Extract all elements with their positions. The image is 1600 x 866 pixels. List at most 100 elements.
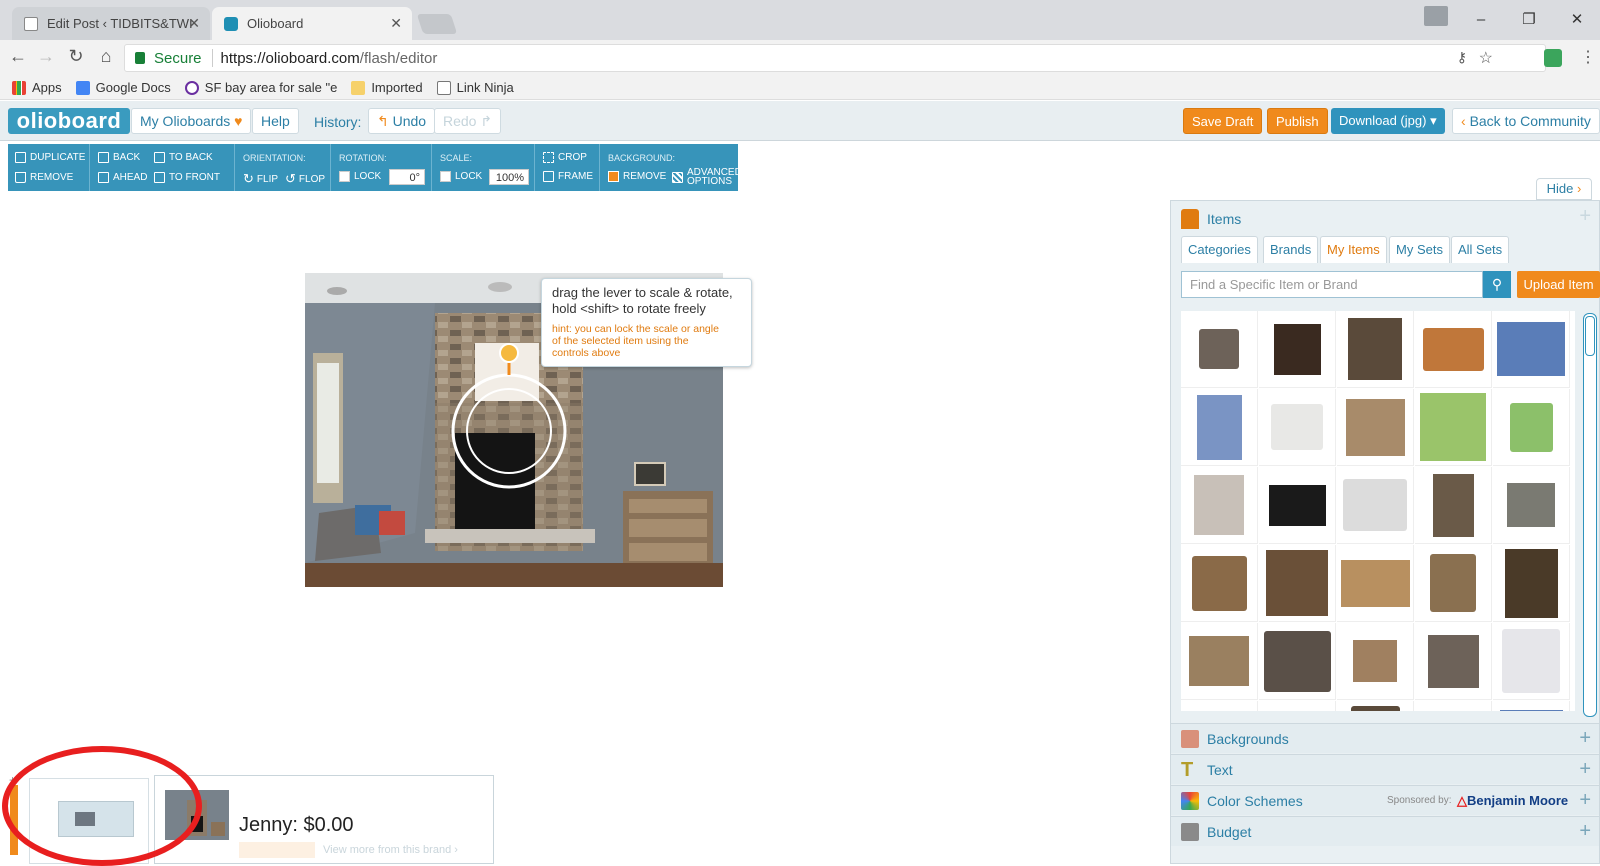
item-thumbnail[interactable] bbox=[1415, 389, 1492, 466]
tab-all-sets[interactable]: All Sets bbox=[1451, 236, 1510, 263]
help-button[interactable]: Help bbox=[252, 108, 299, 134]
bookmark-sf-bay-area[interactable]: SF bay area for sale "e bbox=[184, 80, 337, 95]
close-icon[interactable]: ✕ bbox=[188, 15, 200, 32]
browser-tab-edit-post[interactable]: Edit Post ‹ TIDBITS&TWI ✕ bbox=[12, 7, 210, 40]
view-more-brand-link[interactable]: View more from this brand › bbox=[323, 844, 458, 856]
scale-lock-checkbox[interactable]: LOCK bbox=[440, 171, 482, 182]
forward-arrow-icon[interactable]: → bbox=[34, 46, 58, 67]
download-button[interactable]: Download (jpg) ▾ bbox=[1331, 108, 1445, 134]
restore-icon[interactable]: ❐ bbox=[1514, 8, 1544, 32]
plus-icon[interactable]: + bbox=[1579, 789, 1591, 812]
item-search-input[interactable]: Find a Specific Item or Brand bbox=[1181, 271, 1483, 298]
reload-icon[interactable]: ↻ bbox=[64, 46, 88, 67]
item-thumbnail[interactable] bbox=[1415, 545, 1492, 622]
plus-icon[interactable]: + bbox=[1579, 727, 1591, 750]
back-to-community-button[interactable]: ‹ Back to Community bbox=[1452, 108, 1600, 134]
publish-button[interactable]: Publish bbox=[1267, 108, 1328, 134]
item-thumbnail[interactable] bbox=[1181, 545, 1258, 622]
item-thumbnail[interactable] bbox=[1415, 467, 1492, 544]
text-section[interactable]: T Text + bbox=[1171, 754, 1599, 784]
advanced-options-button[interactable]: ADVANCED OPTIONS bbox=[672, 168, 742, 187]
item-thumbnail[interactable] bbox=[1259, 389, 1336, 466]
item-thumbnail[interactable] bbox=[1259, 467, 1336, 544]
url-field[interactable]: Secure https://olioboard.com /flash/edit… bbox=[124, 44, 1546, 72]
backgrounds-section[interactable]: Backgrounds + bbox=[1171, 723, 1599, 753]
menu-kebab-icon[interactable]: ⋮ bbox=[1580, 47, 1596, 67]
item-thumbnail[interactable] bbox=[1493, 311, 1570, 388]
plus-icon[interactable]: + bbox=[1579, 758, 1591, 781]
rotation-lock-checkbox[interactable]: LOCK bbox=[339, 171, 381, 182]
item-thumbnail[interactable] bbox=[1415, 701, 1492, 711]
item-thumbnail[interactable] bbox=[1259, 623, 1336, 700]
item-thumbnail[interactable] bbox=[1337, 623, 1414, 700]
plus-icon[interactable]: + bbox=[1579, 820, 1591, 843]
item-thumbnail[interactable] bbox=[1337, 467, 1414, 544]
redo-button[interactable]: Redo ↱ bbox=[434, 108, 502, 134]
flip-button[interactable]: ↻ FLIP bbox=[243, 171, 278, 187]
item-thumbnail[interactable] bbox=[1181, 701, 1258, 711]
upload-item-button[interactable]: Upload Item bbox=[1517, 271, 1600, 298]
profile-icon[interactable] bbox=[1424, 6, 1448, 26]
tab-categories[interactable]: Categories bbox=[1181, 236, 1258, 263]
window-close-icon[interactable]: ✕ bbox=[1562, 8, 1592, 32]
close-icon[interactable]: ✕ bbox=[390, 15, 402, 32]
item-thumbnail[interactable] bbox=[1181, 623, 1258, 700]
items-header[interactable]: Items bbox=[1181, 209, 1241, 229]
item-thumbnail[interactable] bbox=[1415, 623, 1492, 700]
frame-button[interactable]: FRAME bbox=[543, 171, 593, 182]
minimize-icon[interactable]: – bbox=[1466, 8, 1496, 32]
item-thumbnail[interactable] bbox=[1181, 389, 1258, 466]
new-tab-button[interactable] bbox=[416, 14, 458, 34]
benjamin-moore-logo[interactable]: △Benjamin Moore bbox=[1457, 793, 1568, 809]
undo-button[interactable]: ↰ Undo bbox=[368, 108, 436, 134]
item-thumbnail[interactable] bbox=[1493, 623, 1570, 700]
color-schemes-section[interactable]: Color Schemes Sponsored by: △Benjamin Mo… bbox=[1171, 785, 1599, 815]
tab-brands[interactable]: Brands bbox=[1263, 236, 1319, 263]
crop-button[interactable]: CROP bbox=[543, 152, 587, 163]
bookmark-link-ninja[interactable]: Link Ninja bbox=[436, 80, 514, 95]
scrollbar-thumb[interactable] bbox=[1585, 316, 1595, 356]
item-thumbnail[interactable] bbox=[1337, 389, 1414, 466]
tab-my-sets[interactable]: My Sets bbox=[1389, 236, 1450, 263]
tab-my-items[interactable]: My Items bbox=[1320, 236, 1387, 263]
duplicate-button[interactable]: DUPLICATE bbox=[15, 152, 85, 163]
item-thumbnail[interactable] bbox=[1181, 311, 1258, 388]
browser-tab-olioboard[interactable]: Olioboard ✕ bbox=[212, 7, 412, 40]
item-thumbnail[interactable] bbox=[1493, 701, 1570, 711]
scale-input[interactable]: 100% bbox=[489, 169, 529, 185]
flop-button[interactable]: ↺ FLOP bbox=[285, 171, 325, 187]
item-thumbnail[interactable] bbox=[1259, 545, 1336, 622]
item-thumbnail[interactable] bbox=[1181, 467, 1258, 544]
save-draft-button[interactable]: Save Draft bbox=[1183, 108, 1263, 134]
item-thumbnail[interactable] bbox=[1415, 311, 1492, 388]
budget-section[interactable]: Budget + bbox=[1171, 816, 1599, 846]
ahead-button[interactable]: AHEAD bbox=[98, 172, 147, 183]
to-back-button[interactable]: TO BACK bbox=[154, 152, 213, 163]
home-icon[interactable]: ⌂ bbox=[94, 46, 118, 67]
bookmark-imported[interactable]: Imported bbox=[351, 80, 423, 95]
back-arrow-icon[interactable]: ← bbox=[6, 46, 30, 67]
item-thumbnail[interactable] bbox=[1337, 545, 1414, 622]
item-thumbnail[interactable] bbox=[1493, 545, 1570, 622]
bookmark-apps[interactable]: Apps bbox=[12, 80, 62, 95]
olioboard-logo[interactable]: olioboard bbox=[8, 108, 130, 134]
star-icon[interactable]: ☆ bbox=[1479, 48, 1493, 68]
remove-button[interactable]: REMOVE bbox=[15, 172, 73, 183]
bookmark-google-docs[interactable]: Google Docs bbox=[75, 80, 171, 95]
rotation-input[interactable]: 0° bbox=[389, 169, 425, 185]
search-icon[interactable]: ⚲ bbox=[1483, 271, 1511, 298]
key-icon[interactable]: ⚷ bbox=[1457, 49, 1467, 66]
my-olioboards-button[interactable]: My Olioboards ♥ bbox=[131, 108, 252, 134]
back-button[interactable]: BACK bbox=[98, 152, 140, 163]
item-thumbnail[interactable] bbox=[1337, 311, 1414, 388]
item-thumbnail[interactable] bbox=[1259, 311, 1336, 388]
item-thumbnail[interactable] bbox=[1493, 389, 1570, 466]
background-remove-checkbox[interactable]: REMOVE bbox=[608, 171, 666, 182]
extension-icon[interactable] bbox=[1544, 49, 1562, 67]
hide-sidebar-button[interactable]: Hide › bbox=[1536, 178, 1592, 200]
item-thumbnail[interactable] bbox=[1259, 701, 1336, 711]
item-thumbnail[interactable] bbox=[1337, 701, 1414, 711]
items-scrollbar[interactable] bbox=[1583, 313, 1597, 717]
to-front-button[interactable]: TO FRONT bbox=[154, 172, 220, 183]
plus-icon[interactable]: + bbox=[1579, 205, 1591, 228]
